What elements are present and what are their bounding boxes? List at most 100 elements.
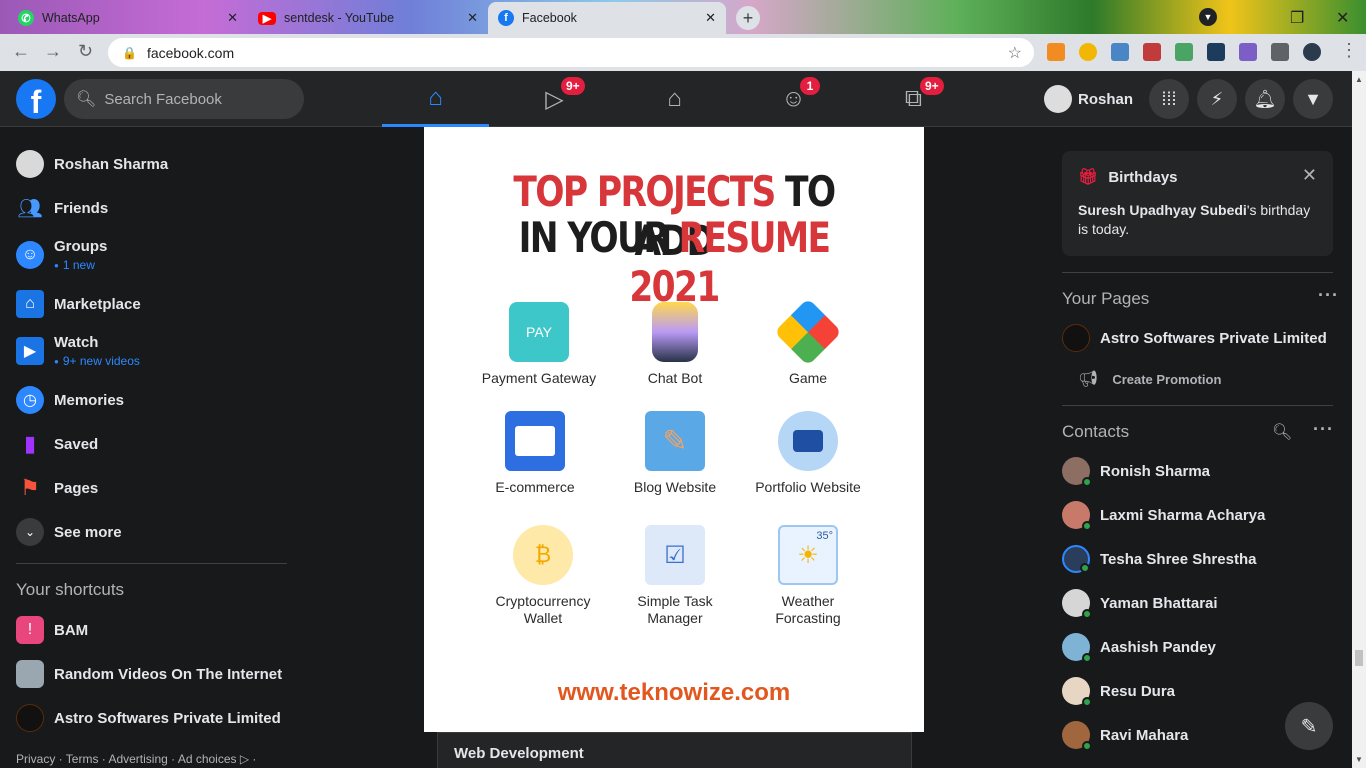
extension-icon[interactable] xyxy=(1047,43,1065,61)
nav-home[interactable]: ⌂ xyxy=(382,71,489,127)
lock-icon[interactable]: 🔒 xyxy=(122,46,137,60)
online-indicator xyxy=(1082,653,1092,663)
extension-icon[interactable] xyxy=(1143,43,1161,61)
page-item[interactable]: Astro Softwares Private Limited xyxy=(1062,318,1327,358)
sidebar-item-groups[interactable]: ☺ Groups 1 new xyxy=(16,232,107,278)
tab-search-icon[interactable]: ▼ xyxy=(1199,8,1217,26)
post-link-title[interactable]: Web Development xyxy=(437,732,912,768)
notification-badge: 9+ xyxy=(920,77,944,95)
project-item: PAY Payment Gateway xyxy=(464,302,614,387)
shortcut-item-random-videos[interactable]: Random Videos On The Internet xyxy=(16,654,282,694)
facebook-logo[interactable]: f xyxy=(16,79,56,120)
shortcut-item-bam[interactable]: ! BAM xyxy=(16,610,88,650)
more-options-icon[interactable]: ··· xyxy=(1318,285,1339,306)
extension-icon[interactable] xyxy=(1175,43,1193,61)
create-promotion-button[interactable]: 📢︎ Create Promotion xyxy=(1078,359,1221,399)
extension-icon[interactable] xyxy=(1079,43,1097,61)
flag-icon: ⚑ xyxy=(20,475,40,500)
address-bar[interactable]: 🔒 facebook.com ☆ xyxy=(108,38,1034,67)
project-item: Chat Bot xyxy=(600,302,750,387)
shortcut-item-astro[interactable]: Astro Softwares Private Limited xyxy=(16,698,281,738)
tab-youtube[interactable]: ▶ sentdesk - YouTube ✕ xyxy=(248,2,488,34)
react-devtools-icon[interactable] xyxy=(1207,43,1225,61)
media-control-icon[interactable] xyxy=(1271,43,1289,61)
sidebar-item-marketplace[interactable]: ⌂ Marketplace xyxy=(16,284,141,324)
birthday-title-text: Birthdays xyxy=(1108,168,1178,186)
group-thumbnail xyxy=(16,660,44,688)
close-window-icon[interactable]: ✕ xyxy=(1336,8,1349,28)
facebook-header: f 🔍︎ ⌂ ▷ 9+ ⌂ ☺ 1 ⧉ 9+ Roshan ⁞⁞⁞ ⚡︎ 🔔︎ … xyxy=(0,71,1352,127)
bookmark-icon: ▮ xyxy=(23,431,37,456)
notification-badge: 9+ xyxy=(561,77,585,95)
nav-groups[interactable]: ☺ 1 xyxy=(740,71,847,127)
bookmark-star-icon[interactable]: ☆ xyxy=(1008,43,1022,63)
gaming-icon: ⧉ xyxy=(904,85,923,112)
contact-item[interactable]: Ronish Sharma xyxy=(1062,451,1210,491)
avatar xyxy=(1062,721,1092,751)
footer-links[interactable]: Privacy · Terms · Advertising · Ad choic… xyxy=(16,752,256,766)
sidebar-item-profile[interactable]: Roshan Sharma xyxy=(16,144,168,184)
menu-grid-button[interactable]: ⁞⁞⁞ xyxy=(1149,79,1189,119)
close-tab-icon[interactable]: ✕ xyxy=(705,10,716,26)
profile-name: Roshan xyxy=(1078,90,1134,108)
tab-whatsapp[interactable]: ✆ WhatsApp ✕ xyxy=(8,2,248,34)
project-item: ₿ Cryptocurrency Wallet xyxy=(468,525,618,627)
extension-icon[interactable] xyxy=(1111,43,1129,61)
close-icon[interactable]: ✕ xyxy=(1302,165,1317,186)
profile-chip[interactable]: Roshan xyxy=(1040,81,1143,117)
shortcut-label: BAM xyxy=(54,621,89,639)
new-message-button[interactable]: ✎ xyxy=(1285,702,1333,750)
avatar xyxy=(1062,589,1092,619)
headline-dark-text: IN YOUR xyxy=(518,213,679,262)
sidebar-item-memories[interactable]: ◷ Memories xyxy=(16,380,124,420)
tab-facebook[interactable]: f Facebook ✕ xyxy=(488,2,726,34)
birthday-person-name[interactable]: Suresh Upadhyay Subedi xyxy=(1078,202,1247,218)
search-box[interactable]: 🔍︎ xyxy=(64,79,304,119)
reload-icon[interactable]: ↻ xyxy=(78,41,93,62)
bam-icon: ! xyxy=(16,616,44,644)
contact-item[interactable]: Laxmi Sharma Acharya xyxy=(1062,495,1265,535)
more-options-icon[interactable]: ··· xyxy=(1313,419,1334,440)
page-scrollbar[interactable]: ▲ ▼ xyxy=(1352,71,1366,768)
contact-item[interactable]: Tesha Shree Shrestha xyxy=(1062,539,1256,579)
back-icon[interactable]: ← xyxy=(12,41,30,62)
notification-badge: 1 xyxy=(800,77,820,95)
search-input[interactable] xyxy=(104,90,295,108)
nav-marketplace[interactable]: ⌂ xyxy=(621,71,728,127)
sidebar-item-friends[interactable]: 👥︎ Friends xyxy=(16,188,108,228)
account-menu-button[interactable]: ▼ xyxy=(1293,79,1333,119)
sidebar-item-see-more[interactable]: ⌄ See more xyxy=(16,512,122,552)
create-promotion-label: Create Promotion xyxy=(1112,371,1222,387)
sidebar-item-saved[interactable]: ▮ Saved xyxy=(16,424,98,464)
avatar xyxy=(1062,677,1092,707)
contact-item[interactable]: Resu Dura xyxy=(1062,671,1175,711)
scroll-up-icon[interactable]: ▲ xyxy=(1355,75,1363,84)
sidebar-item-pages[interactable]: ⚑ Pages xyxy=(16,468,98,508)
nav-gaming[interactable]: ⧉ 9+ xyxy=(860,71,967,127)
scroll-down-icon[interactable]: ▼ xyxy=(1355,755,1363,764)
birthday-text[interactable]: Suresh Upadhyay Subedi's birthday is tod… xyxy=(1078,201,1317,239)
notifications-button[interactable]: 🔔︎ xyxy=(1245,79,1285,119)
nav-watch[interactable]: ▷ 9+ xyxy=(501,71,608,127)
messenger-button[interactable]: ⚡︎ xyxy=(1197,79,1237,119)
search-contacts-icon[interactable]: 🔍︎ xyxy=(1272,422,1292,442)
contact-item[interactable]: Ravi Mahara xyxy=(1062,715,1188,755)
close-tab-icon[interactable]: ✕ xyxy=(467,10,478,26)
restore-window-icon[interactable]: ❐ xyxy=(1290,8,1304,28)
extensions-puzzle-icon[interactable] xyxy=(1239,43,1257,61)
chrome-menu-icon[interactable]: ⋮ xyxy=(1340,40,1358,61)
post-image[interactable]: TOP PROJECTS TO ADD IN YOUR RESUME 2021 … xyxy=(424,127,924,732)
project-item: Game xyxy=(733,298,883,387)
profile-avatar-icon[interactable] xyxy=(1303,43,1321,61)
forward-icon[interactable]: → xyxy=(44,41,62,62)
task-icon: ☑ xyxy=(645,525,705,585)
scroll-thumb[interactable] xyxy=(1355,650,1363,666)
contacts-title: Contacts xyxy=(1062,422,1130,441)
sidebar-item-watch[interactable]: ▶ Watch 9+ new videos xyxy=(16,328,140,374)
avatar xyxy=(1062,501,1092,531)
project-item: ✎ Blog Website xyxy=(600,411,750,496)
contact-item[interactable]: Aashish Pandey xyxy=(1062,627,1216,667)
new-tab-button[interactable]: + xyxy=(736,6,760,30)
contact-item[interactable]: Yaman Bhattarai xyxy=(1062,583,1218,623)
close-tab-icon[interactable]: ✕ xyxy=(227,10,238,26)
